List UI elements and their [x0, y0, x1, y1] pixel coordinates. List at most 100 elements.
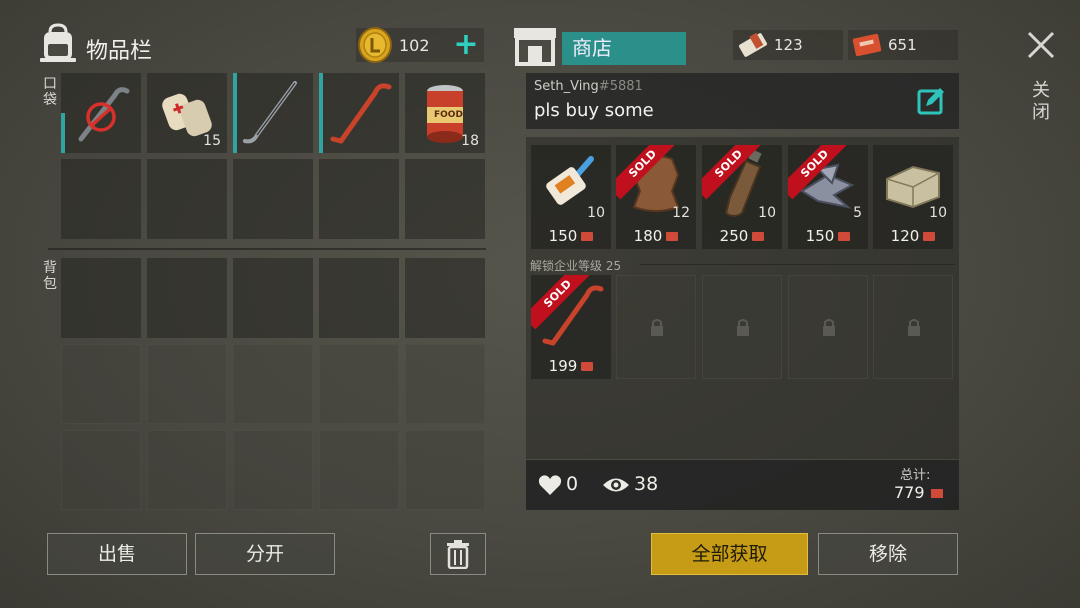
close-button[interactable]	[1024, 28, 1058, 62]
item-price: 199	[531, 357, 611, 375]
lock-icon	[737, 319, 749, 336]
currency-icon	[581, 362, 594, 371]
price-value: 180	[633, 227, 663, 245]
price-value: 199	[548, 357, 578, 375]
total-label: 总计:	[900, 468, 931, 483]
currency-icon	[666, 232, 679, 241]
lock-icon	[908, 319, 920, 336]
currency-icon	[752, 232, 765, 241]
pocket-slot-9[interactable]	[319, 159, 399, 239]
currency-icon	[930, 489, 943, 498]
seller-tag: #5881	[598, 79, 643, 94]
backpack-slot-locked	[147, 344, 227, 424]
backpack-icon	[38, 22, 78, 64]
backpack-slot-locked	[233, 344, 313, 424]
pocket-slot-6[interactable]	[61, 159, 141, 239]
price-value: 120	[890, 227, 920, 245]
shop-item-3[interactable]: SOLD 10 250	[702, 145, 782, 249]
pocket-slot-3[interactable]	[233, 73, 313, 153]
item-quantity: 15	[203, 133, 221, 149]
heart-icon[interactable]	[538, 474, 562, 496]
price-value: 150	[805, 227, 835, 245]
pocket-slot-10[interactable]	[405, 159, 485, 239]
tab-shop[interactable]: 商店	[562, 32, 686, 65]
shop-slot-locked	[702, 275, 782, 379]
shop-icon	[512, 24, 558, 66]
likes-count: 0	[566, 473, 579, 495]
remove-button[interactable]: 移除	[818, 533, 958, 575]
unlock-divider	[640, 264, 955, 265]
split-button[interactable]: 分开	[195, 533, 335, 575]
backpack-slot[interactable]	[233, 258, 313, 338]
item-price: 120	[873, 227, 953, 245]
item-quantity: 5	[853, 205, 862, 221]
backpack-slot-locked	[147, 430, 227, 510]
hockey-stick-icon	[243, 81, 297, 144]
crowbar-icon	[330, 83, 392, 144]
item-price: 150	[788, 227, 868, 245]
add-coins-button[interactable]: +	[452, 28, 480, 62]
edit-message-button[interactable]	[916, 86, 946, 116]
shop-item-2[interactable]: SOLD 12 180	[616, 145, 696, 249]
unlock-requirement: 解锁企业等级 25	[530, 259, 622, 273]
shop-item-6[interactable]: SOLD 199	[531, 275, 611, 379]
shop-slot-locked	[873, 275, 953, 379]
backpack-slot[interactable]	[61, 258, 141, 338]
shop-item-1[interactable]: 10 150	[531, 145, 611, 249]
pocket-slot-1[interactable]	[61, 73, 141, 153]
item-quantity: 12	[672, 205, 690, 221]
coin-icon	[356, 26, 394, 64]
backpack-slot-locked	[405, 430, 485, 510]
item-quantity: 10	[587, 205, 605, 221]
pocket-slot-8[interactable]	[233, 159, 313, 239]
backpack-slot-locked	[319, 344, 399, 424]
shop-item-4[interactable]: SOLD 5 150	[788, 145, 868, 249]
ticket-icon	[736, 28, 770, 62]
backpack-slot[interactable]	[319, 258, 399, 338]
shop-slot-locked	[788, 275, 868, 379]
eye-icon	[602, 474, 630, 496]
item-price: 180	[616, 227, 696, 245]
shop-slot-locked	[616, 275, 696, 379]
total-amount: 779	[894, 483, 925, 502]
backpack-slot-locked	[61, 430, 141, 510]
shop-item-5[interactable]: 10 120	[873, 145, 953, 249]
crowbar-broken-icon	[78, 87, 130, 142]
take-all-button[interactable]: 全部获取	[651, 533, 808, 575]
resource-amount-2: 651	[888, 36, 917, 54]
inventory-title: 物品栏	[86, 39, 153, 64]
close-label[interactable]: 关闭	[1030, 80, 1052, 124]
close-icon	[1027, 31, 1055, 59]
lock-icon	[651, 319, 663, 336]
currency-icon	[838, 232, 851, 241]
pocket-slot-5[interactable]: FOOD 18	[405, 73, 485, 153]
pocket-label: 口袋	[43, 76, 57, 108]
item-price: 150	[531, 227, 611, 245]
backpack-label: 背包	[43, 260, 57, 292]
price-value: 250	[719, 227, 749, 245]
pocket-slot-7[interactable]	[147, 159, 227, 239]
currency-icon	[923, 232, 936, 241]
seller-message: pls buy some	[534, 100, 654, 121]
edit-icon	[917, 88, 944, 115]
pocket-slot-2[interactable]: 15	[147, 73, 227, 153]
can-label: FOOD	[434, 110, 463, 120]
resource-amount-1: 123	[774, 36, 803, 54]
backpack-slot-locked	[61, 344, 141, 424]
backpack-slot-locked	[405, 344, 485, 424]
backpack-slot[interactable]	[147, 258, 227, 338]
item-quantity: 10	[929, 205, 947, 221]
card-icon	[850, 30, 884, 60]
item-quantity: 18	[461, 133, 479, 149]
seller-username: Seth_Ving	[534, 79, 599, 94]
seller-name: Seth_Ving#5881	[534, 79, 643, 94]
backpack-slot-locked	[319, 430, 399, 510]
backpack-slot[interactable]	[405, 258, 485, 338]
currency-icon	[581, 232, 594, 241]
trash-icon	[447, 540, 469, 570]
pocket-slot-4[interactable]	[319, 73, 399, 153]
lock-icon	[823, 319, 835, 336]
sell-button[interactable]: 出售	[47, 533, 187, 575]
trash-button[interactable]	[430, 533, 486, 575]
item-price: 250	[702, 227, 782, 245]
